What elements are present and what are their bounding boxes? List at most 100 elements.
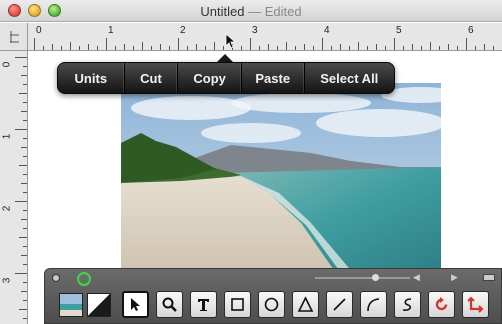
previous-arrow-icon[interactable]: ◀ xyxy=(413,272,420,283)
text-tool-button[interactable] xyxy=(190,291,217,318)
ruler-tick xyxy=(268,44,269,50)
next-arrow-icon[interactable]: ▶ xyxy=(451,272,458,283)
freehand-icon xyxy=(402,298,412,311)
beach-photo[interactable] xyxy=(121,83,441,273)
ruler-label: 5 xyxy=(396,25,402,36)
line-tool-button[interactable] xyxy=(326,291,353,318)
ruler-tick xyxy=(23,228,27,229)
ruler-tick xyxy=(385,46,386,50)
ruler-tick xyxy=(70,42,71,50)
rotate-tool-button[interactable] xyxy=(428,291,455,318)
ruler-tick xyxy=(43,46,44,50)
ruler-tick xyxy=(21,183,27,184)
ruler-tick xyxy=(214,42,215,50)
ruler-tick xyxy=(23,66,27,67)
ruler-tick xyxy=(19,93,27,94)
rectangle-tool-button[interactable] xyxy=(224,291,251,318)
ruler-tick xyxy=(23,318,27,319)
ruler-tick xyxy=(21,219,27,220)
ruler-tick xyxy=(187,46,188,50)
menu-item-cut[interactable]: Cut xyxy=(125,63,179,93)
ruler-tick xyxy=(15,129,27,130)
magnifier-icon xyxy=(162,297,177,312)
ruler-tick xyxy=(223,46,224,50)
ruler-origin-icon xyxy=(10,31,19,43)
ruler-corner[interactable] xyxy=(0,23,28,51)
ruler-tick xyxy=(21,147,27,148)
freehand-tool-button[interactable] xyxy=(394,291,421,318)
ruler-tick xyxy=(23,282,27,283)
ruler-tick xyxy=(448,44,449,50)
ruler-tick xyxy=(23,192,27,193)
zoom-tool-button[interactable] xyxy=(156,291,183,318)
ruler-tick xyxy=(52,44,53,50)
ruler-tick xyxy=(21,291,27,292)
ruler-tick xyxy=(142,42,143,50)
horizontal-ruler[interactable]: 0 1 2 3 4 5 6 xyxy=(28,23,502,51)
triangle-icon xyxy=(297,296,314,312)
ruler-tick xyxy=(23,84,27,85)
crop-tool-button[interactable] xyxy=(462,291,489,318)
ruler-tick xyxy=(277,46,278,50)
ruler-tick xyxy=(475,46,476,50)
menu-item-copy[interactable]: Copy xyxy=(178,63,242,93)
vertical-ruler[interactable]: 0 1 2 3 xyxy=(0,51,28,324)
ruler-tick xyxy=(205,46,206,50)
ruler-tick xyxy=(19,237,27,238)
crop-icon xyxy=(467,296,484,313)
menu-item-units[interactable]: Units xyxy=(58,63,125,93)
rotate-icon xyxy=(435,297,448,311)
ruler-tick xyxy=(106,38,107,50)
arrow-pointer-icon xyxy=(131,298,140,311)
edited-status: — Edited xyxy=(244,4,302,19)
ruler-tick xyxy=(23,264,27,265)
arc-tool-button[interactable] xyxy=(360,291,387,318)
image-thumbnail-icon xyxy=(60,294,82,316)
menu-item-paste[interactable]: Paste xyxy=(242,63,305,93)
ruler-tick xyxy=(23,246,27,247)
ruler-tick xyxy=(15,273,27,274)
oval-icon xyxy=(264,297,279,312)
palette-resize-handle[interactable] xyxy=(483,274,495,281)
ruler-tick xyxy=(349,46,350,50)
arrow-tool-button[interactable] xyxy=(122,291,149,318)
ruler-label: 6 xyxy=(468,25,474,36)
beach-image xyxy=(121,83,441,273)
ruler-tick xyxy=(286,42,287,50)
ruler-tick xyxy=(19,165,27,166)
ruler-tick xyxy=(97,46,98,50)
ruler-tick xyxy=(259,46,260,50)
ruler-tick xyxy=(304,44,305,50)
zoom-slider-knob[interactable] xyxy=(371,274,379,281)
mouse-cursor-icon xyxy=(225,33,237,49)
polygon-tool-button[interactable] xyxy=(292,291,319,318)
ruler-tick xyxy=(457,46,458,50)
zoom-slider-track[interactable] xyxy=(315,277,410,279)
ruler-tick xyxy=(21,75,27,76)
ruler-tick xyxy=(133,46,134,50)
ruler-tick xyxy=(34,38,35,50)
text-icon xyxy=(198,299,209,311)
menu-item-select-all[interactable]: Select All xyxy=(305,63,394,93)
ruler-tick xyxy=(367,46,368,50)
ruler-tick xyxy=(196,44,197,50)
ruler-tick xyxy=(421,46,422,50)
palette-close-button[interactable] xyxy=(52,274,60,282)
ruler-tick xyxy=(169,46,170,50)
fill-stroke-swatch[interactable] xyxy=(87,293,111,317)
ruler-tick xyxy=(88,44,89,50)
oval-tool-button[interactable] xyxy=(258,291,285,318)
ruler-tick xyxy=(241,46,242,50)
image-swatch[interactable] xyxy=(59,293,83,317)
arc-icon xyxy=(367,298,380,312)
ruler-label: 3 xyxy=(1,277,13,284)
ruler-tick xyxy=(295,46,296,50)
ruler-tick xyxy=(23,156,27,157)
ruler-tick xyxy=(493,46,494,50)
menu-pointer xyxy=(217,54,233,62)
ruler-tick xyxy=(376,44,377,50)
ruler-tick xyxy=(331,46,332,50)
add-icon[interactable] xyxy=(77,272,91,286)
ruler-tick xyxy=(250,38,251,50)
ruler-tick xyxy=(115,46,116,50)
